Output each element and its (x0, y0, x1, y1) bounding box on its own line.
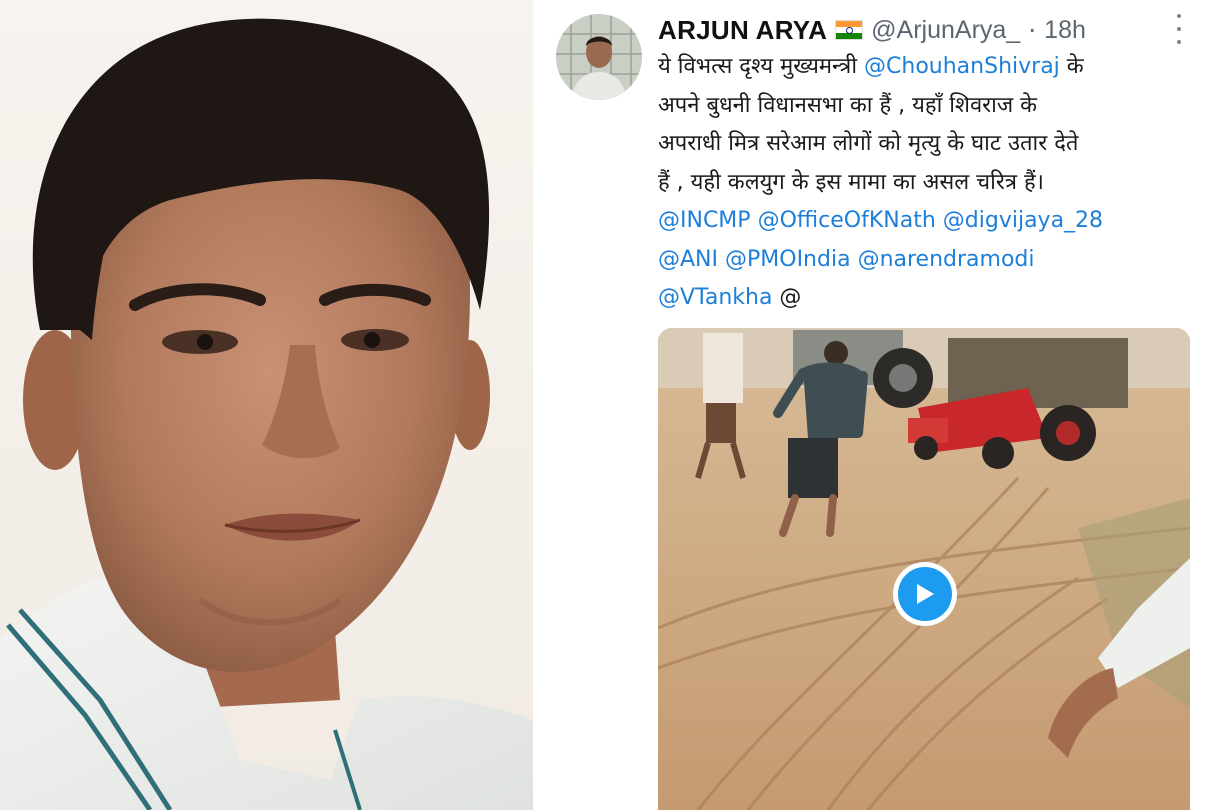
tweet-text-segment (936, 208, 943, 233)
tweet-header: ARJUN ARYA @ArjunArya_ · 18h (658, 10, 1086, 50)
video-thumbnail[interactable] (658, 328, 1190, 810)
tweet-text-segment: ये विभत्स दृश्य मुख्यमन्त्री (658, 54, 865, 79)
tweet-text-segment (851, 247, 858, 272)
tweet-text-line: @VTankha @ (658, 279, 1188, 318)
separator-dot: · (1028, 15, 1037, 45)
mention-link[interactable]: @ChouhanShivraj (864, 54, 1060, 79)
play-icon (898, 567, 952, 621)
india-flag-icon (835, 20, 864, 40)
tweet-timestamp[interactable]: 18h (1044, 16, 1086, 45)
tweet-text-line: अपराधी मित्र सरेआम लोगों को मृत्यु के घा… (658, 125, 1188, 164)
tweet-text-line: @ANI @PMOIndia @narendramodi (658, 241, 1188, 280)
tweet-text-segment: के (1059, 54, 1084, 79)
author-name[interactable]: ARJUN ARYA (658, 15, 827, 46)
play-button[interactable] (893, 562, 957, 626)
portrait-photo (0, 0, 533, 810)
tweet-text-segment: अपराधी मित्र सरेआम लोगों को मृत्यु के घा… (658, 131, 1079, 156)
tweet-card: ARJUN ARYA @ArjunArya_ · 18h ये विभत्स द… (545, 0, 1210, 810)
mention-link[interactable]: @INCMP (658, 208, 751, 233)
tweet-text-line: @INCMP @OfficeOfKNath @digvijaya_28 (658, 202, 1188, 241)
tweet-text: ये विभत्स दृश्य मुख्यमन्त्री @ChouhanShi… (658, 48, 1188, 318)
mention-link[interactable]: @VTankha (658, 285, 772, 310)
tweet-text-line: ये विभत्स दृश्य मुख्यमन्त्री @ChouhanShi… (658, 48, 1188, 87)
tweet-text-line: अपने बुधनी विधानसभा का हैं , यहाँ शिवराज… (658, 87, 1188, 126)
tweet-text-line: हैं , यही कलयुग के इस मामा का असल चरित्र… (658, 164, 1188, 203)
tweet-text-segment (718, 247, 725, 272)
mention-link[interactable]: @digvijaya_28 (943, 208, 1103, 233)
tweet-text-segment: हैं , यही कलयुग के इस मामा का असल चरित्र… (658, 169, 1045, 195)
author-handle[interactable]: @ArjunArya_ (871, 16, 1020, 45)
avatar-image (556, 14, 642, 100)
tweet-text-segment: @ (772, 285, 802, 310)
mention-link[interactable]: @PMOIndia (725, 247, 851, 272)
tweet-text-segment (751, 208, 758, 233)
mention-link[interactable]: @ANI (658, 247, 718, 272)
portrait-illustration (0, 18, 533, 810)
mention-link[interactable]: @OfficeOfKNath (758, 208, 936, 233)
tweet-text-segment: अपने बुधनी विधानसभा का हैं , यहाँ शिवराज… (658, 92, 1038, 118)
avatar[interactable] (556, 14, 642, 100)
mention-link[interactable]: @narendramodi (858, 247, 1035, 272)
more-vertical-icon[interactable] (1174, 14, 1184, 44)
